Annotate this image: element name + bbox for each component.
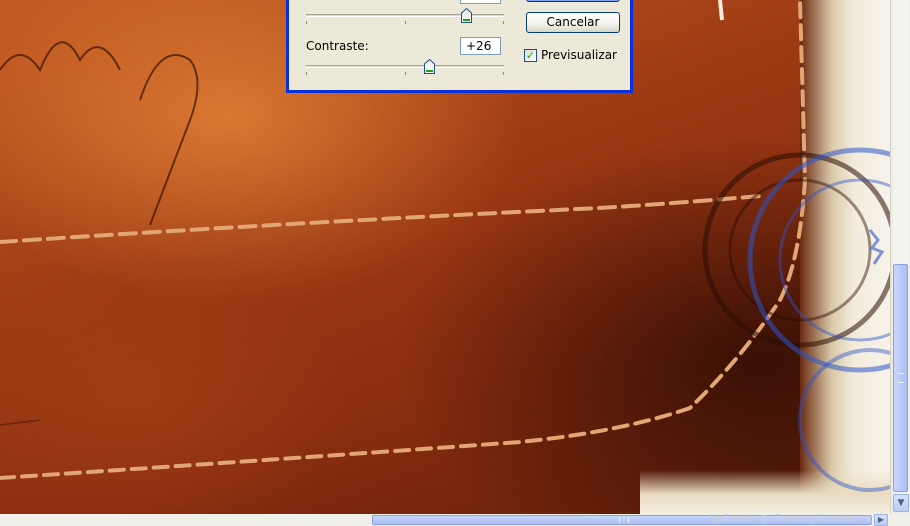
- handwriting-mark-3: [0, 419, 41, 426]
- preview-label: Previsualizar: [541, 48, 617, 62]
- hscroll-grip-icon: [619, 517, 629, 523]
- contrast-slider-thumb[interactable]: [423, 59, 435, 74]
- contrast-slider-rail: [306, 65, 504, 68]
- scroll-grip-icon: [898, 373, 904, 383]
- preview-checkbox[interactable]: ✓: [524, 49, 537, 62]
- vertical-scroll-thumb[interactable]: [893, 264, 908, 492]
- upload-watermark: Upload @ Freeuploader.com: [710, 512, 889, 525]
- handwriting-mark-2: [139, 54, 199, 226]
- handwriting-mark: [0, 41, 121, 73]
- brightness-value-field[interactable]: [460, 0, 501, 4]
- cancel-button[interactable]: Cancelar: [526, 12, 620, 33]
- brightness-slider[interactable]: [306, 8, 504, 24]
- horizontal-scrollbar[interactable]: Upload @ Freeuploader.com ▶: [0, 512, 910, 526]
- scroll-down-icon[interactable]: ▼: [893, 494, 909, 512]
- brightness-contrast-dialog: Contraste: +26 Cancelar ✓ Previsualizar: [286, 0, 633, 93]
- brightness-slider-rail: [306, 14, 504, 17]
- stitch-line-upper: [0, 194, 762, 244]
- vertical-scrollbar[interactable]: ▼: [890, 0, 910, 514]
- contrast-label: Contraste:: [306, 39, 369, 53]
- contrast-value-field[interactable]: +26: [460, 37, 501, 55]
- ok-button[interactable]: [526, 0, 620, 2]
- scroll-right-icon[interactable]: ▶: [874, 514, 888, 526]
- contrast-slider[interactable]: [306, 59, 504, 75]
- brightness-slider-thumb[interactable]: [461, 8, 473, 23]
